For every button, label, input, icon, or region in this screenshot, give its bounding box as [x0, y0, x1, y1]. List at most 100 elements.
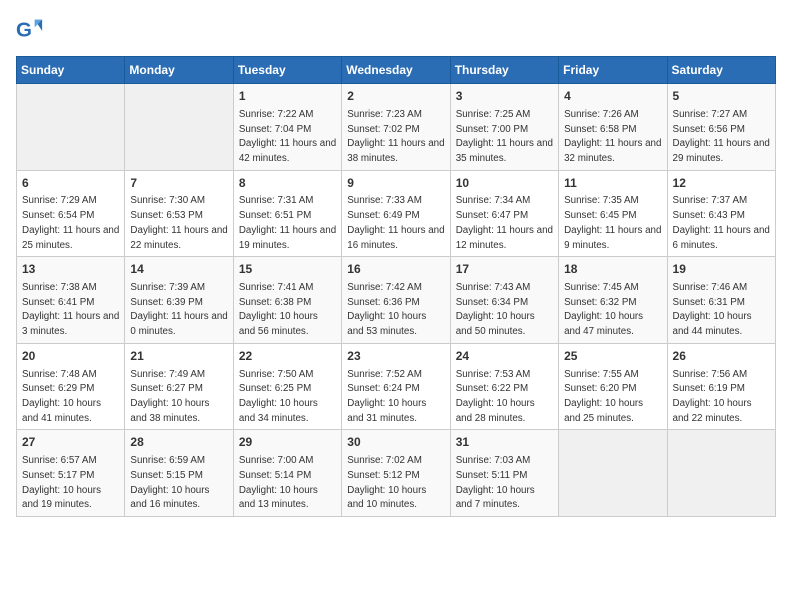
- day-number: 7: [130, 175, 227, 192]
- sunset-info: Sunset: 7:04 PM: [239, 124, 311, 135]
- daylight-info: Daylight: 10 hours and 38 minutes.: [130, 398, 209, 424]
- sunrise-info: Sunrise: 7:30 AM: [130, 195, 205, 206]
- sunrise-info: Sunrise: 7:31 AM: [239, 195, 314, 206]
- sunset-info: Sunset: 6:53 PM: [130, 210, 202, 221]
- calendar-week-1: 1Sunrise: 7:22 AMSunset: 7:04 PMDaylight…: [17, 84, 776, 171]
- sunrise-info: Sunrise: 7:35 AM: [564, 195, 639, 206]
- logo: G: [16, 16, 48, 44]
- day-number: 25: [564, 348, 661, 365]
- sunset-info: Sunset: 5:12 PM: [347, 470, 419, 481]
- calendar-cell: [667, 430, 775, 517]
- day-header-sunday: Sunday: [17, 57, 125, 84]
- sunset-info: Sunset: 6:58 PM: [564, 124, 636, 135]
- calendar-cell: 2Sunrise: 7:23 AMSunset: 7:02 PMDaylight…: [342, 84, 450, 171]
- day-number: 14: [130, 261, 227, 278]
- sunset-info: Sunset: 6:54 PM: [22, 210, 94, 221]
- calendar-week-5: 27Sunrise: 6:57 AMSunset: 5:17 PMDayligh…: [17, 430, 776, 517]
- day-header-tuesday: Tuesday: [233, 57, 341, 84]
- sunset-info: Sunset: 6:39 PM: [130, 297, 202, 308]
- sunset-info: Sunset: 6:20 PM: [564, 383, 636, 394]
- calendar-week-2: 6Sunrise: 7:29 AMSunset: 6:54 PMDaylight…: [17, 170, 776, 257]
- sunset-info: Sunset: 5:14 PM: [239, 470, 311, 481]
- sunset-info: Sunset: 6:24 PM: [347, 383, 419, 394]
- calendar-cell: 7 Sunrise: 7:30 AM Sunset: 6:53 PM Daylight…: [125, 170, 233, 257]
- logo-icon: G: [16, 16, 44, 44]
- calendar-cell: 8 Sunrise: 7:31 AM Sunset: 6:51 PM Daylight…: [233, 170, 341, 257]
- day-number: 6: [22, 175, 119, 192]
- daylight-info: Daylight: 11 hours and 22 minutes.: [130, 225, 227, 251]
- day-number: 26: [673, 348, 770, 365]
- sunrise-info: Sunrise: 7:03 AM: [456, 455, 531, 466]
- daylight-info: Daylight: 10 hours and 13 minutes.: [239, 485, 318, 511]
- sunset-info: Sunset: 5:15 PM: [130, 470, 202, 481]
- daylight-info: Daylight: 10 hours and 28 minutes.: [456, 398, 535, 424]
- daylight-info: Daylight: 11 hours and 38 minutes.: [347, 138, 444, 164]
- sunset-info: Sunset: 6:56 PM: [673, 124, 745, 135]
- sunset-info: Sunset: 6:45 PM: [564, 210, 636, 221]
- day-number: 16: [347, 261, 444, 278]
- sunset-info: Sunset: 6:27 PM: [130, 383, 202, 394]
- day-number: 8: [239, 175, 336, 192]
- sunrise-info: Sunrise: 7:53 AM: [456, 369, 531, 380]
- daylight-info: Daylight: 10 hours and 53 minutes.: [347, 311, 426, 337]
- day-number: 29: [239, 434, 336, 451]
- sunset-info: Sunset: 6:36 PM: [347, 297, 419, 308]
- day-number: 19: [673, 261, 770, 278]
- sunset-info: Sunset: 6:29 PM: [22, 383, 94, 394]
- calendar-cell: 5Sunrise: 7:27 AMSunset: 6:56 PMDaylight…: [667, 84, 775, 171]
- calendar-cell: 6Sunrise: 7:29 AMSunset: 6:54 PMDaylight…: [17, 170, 125, 257]
- calendar-cell: 25Sunrise: 7:55 AMSunset: 6:20 PMDayligh…: [559, 343, 667, 430]
- daylight-info: Daylight: 10 hours and 44 minutes.: [673, 311, 752, 337]
- calendar-cell: 21Sunrise: 7:49 AMSunset: 6:27 PMDayligh…: [125, 343, 233, 430]
- daylight-info: Daylight: 11 hours and 29 minutes.: [673, 138, 770, 164]
- calendar-cell: 15Sunrise: 7:41 AMSunset: 6:38 PMDayligh…: [233, 257, 341, 344]
- sunrise-info: Sunrise: 6:57 AM: [22, 455, 97, 466]
- calendar-cell: 27Sunrise: 6:57 AMSunset: 5:17 PMDayligh…: [17, 430, 125, 517]
- daylight-info: Daylight: 10 hours and 10 minutes.: [347, 485, 426, 511]
- day-number: 9: [347, 175, 444, 192]
- calendar-cell: 1Sunrise: 7:22 AMSunset: 7:04 PMDaylight…: [233, 84, 341, 171]
- sunrise-info: Sunrise: 7:43 AM: [456, 282, 531, 293]
- daylight-info: Daylight: 10 hours and 56 minutes.: [239, 311, 318, 337]
- sunset-info: Sunset: 6:19 PM: [673, 383, 745, 394]
- daylight-info: Daylight: 11 hours and 19 minutes.: [239, 225, 336, 251]
- day-number: 31: [456, 434, 553, 451]
- day-header-monday: Monday: [125, 57, 233, 84]
- sunset-info: Sunset: 6:25 PM: [239, 383, 311, 394]
- day-number: 23: [347, 348, 444, 365]
- calendar-cell: 10Sunrise: 7:34 AMSunset: 6:47 PMDayligh…: [450, 170, 558, 257]
- sunset-info: Sunset: 6:31 PM: [673, 297, 745, 308]
- day-number: 20: [22, 348, 119, 365]
- daylight-info: Daylight: 10 hours and 47 minutes.: [564, 311, 643, 337]
- sunrise-info: Sunrise: 7:56 AM: [673, 369, 748, 380]
- daylight-info: Daylight: 11 hours and 3 minutes.: [22, 311, 119, 337]
- day-number: 4: [564, 88, 661, 105]
- sunset-info: Sunset: 6:51 PM: [239, 210, 311, 221]
- calendar-cell: 31Sunrise: 7:03 AMSunset: 5:11 PMDayligh…: [450, 430, 558, 517]
- daylight-info: Daylight: 10 hours and 50 minutes.: [456, 311, 535, 337]
- day-number: 13: [22, 261, 119, 278]
- sunrise-info: Sunrise: 7:46 AM: [673, 282, 748, 293]
- sunrise-info: Sunrise: 7:39 AM: [130, 282, 205, 293]
- calendar-cell: 18Sunrise: 7:45 AMSunset: 6:32 PMDayligh…: [559, 257, 667, 344]
- daylight-info: Daylight: 10 hours and 19 minutes.: [22, 485, 101, 511]
- day-number: 18: [564, 261, 661, 278]
- sunrise-info: Sunrise: 7:37 AM: [673, 195, 748, 206]
- day-number: 30: [347, 434, 444, 451]
- daylight-info: Daylight: 10 hours and 25 minutes.: [564, 398, 643, 424]
- sunrise-info: Sunrise: 7:23 AM: [347, 109, 422, 120]
- day-number: 5: [673, 88, 770, 105]
- calendar-header-row: SundayMondayTuesdayWednesdayThursdayFrid…: [17, 57, 776, 84]
- daylight-info: Daylight: 10 hours and 16 minutes.: [130, 485, 209, 511]
- sunset-info: Sunset: 6:47 PM: [456, 210, 528, 221]
- calendar-cell: 28Sunrise: 6:59 AMSunset: 5:15 PMDayligh…: [125, 430, 233, 517]
- daylight-info: Daylight: 10 hours and 41 minutes.: [22, 398, 101, 424]
- sunrise-info: Sunrise: 7:00 AM: [239, 455, 314, 466]
- sunrise-info: Sunrise: 6:59 AM: [130, 455, 205, 466]
- day-header-friday: Friday: [559, 57, 667, 84]
- day-number: 24: [456, 348, 553, 365]
- calendar-cell: 17Sunrise: 7:43 AMSunset: 6:34 PMDayligh…: [450, 257, 558, 344]
- calendar-cell: 12Sunrise: 7:37 AMSunset: 6:43 PMDayligh…: [667, 170, 775, 257]
- sunset-info: Sunset: 6:32 PM: [564, 297, 636, 308]
- calendar-cell: 24Sunrise: 7:53 AMSunset: 6:22 PMDayligh…: [450, 343, 558, 430]
